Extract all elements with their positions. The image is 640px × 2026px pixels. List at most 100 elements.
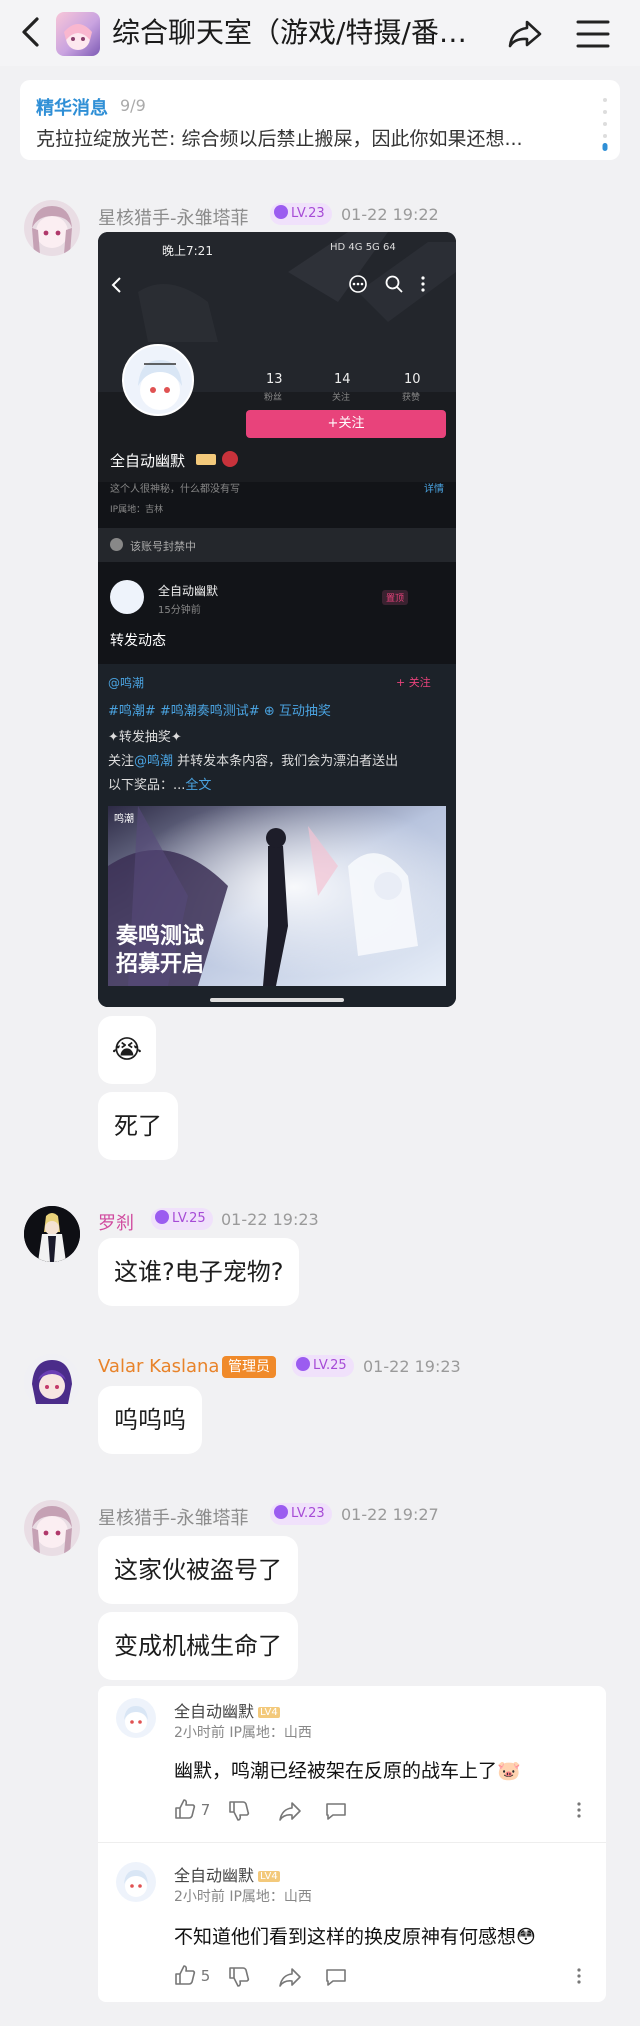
profile-name: 全自动幽默 <box>110 452 186 470</box>
comment-user: 全自动幽默 LV4 <box>174 1862 280 1886</box>
profile-bio: 这个人很神秘，什么都没有写 <box>110 484 240 495</box>
level-text: LV.23 <box>291 1506 325 1521</box>
level-gem-icon <box>296 1357 310 1371</box>
menu-button[interactable] <box>574 16 612 52</box>
stat-number: 13 <box>266 372 283 387</box>
level-text: LV.25 <box>313 1358 347 1373</box>
share-icon <box>508 20 542 48</box>
like-action: 5 <box>174 1964 210 1988</box>
message-username[interactable]: 星核猎手-永雏塔菲 <box>98 204 249 230</box>
more-icon <box>577 1802 581 1818</box>
status-indicators: HD 4G 5G 64 <box>330 242 396 253</box>
comment-username: 全自动幽默 <box>174 1702 255 1721</box>
warning-icon <box>110 538 123 551</box>
message-bubble[interactable]: 这家伙被盗号了 <box>98 1536 298 1604</box>
repost-at: @鸣潮 <box>108 676 145 690</box>
repost-line: 关注@鸣潮 并转发本条内容，我们会为漂泊者送出 <box>108 750 398 769</box>
message-time: 01-22 19:23 <box>221 1210 319 1229</box>
pinned-scroll-indicator <box>602 96 608 152</box>
message-username[interactable]: Valar Kaslana <box>98 1356 219 1377</box>
user-avatar[interactable] <box>24 1206 80 1262</box>
thumbs-up-icon <box>175 1799 196 1819</box>
comment-icon <box>326 1803 346 1820</box>
thumbs-down-icon <box>229 1967 250 1987</box>
user-avatar[interactable] <box>24 1500 80 1556</box>
read-more-link: 全文 <box>185 778 212 793</box>
comment-text: 不知道他们看到这样的换皮原神有何感想😳 <box>174 1926 536 1948</box>
pinned-count: 9/9 <box>120 96 146 115</box>
repost-text: 以下奖品：... <box>108 778 186 793</box>
comment-user: 全自动幽默 LV4 <box>174 1698 280 1722</box>
level-text: LV.25 <box>172 1211 206 1226</box>
like-action: 7 <box>174 1798 210 1822</box>
level-gem-icon <box>155 1210 169 1224</box>
stat-label: 粉丝 <box>264 393 283 403</box>
user-avatar[interactable] <box>24 200 80 256</box>
level-badge: LV.23 <box>270 1503 332 1525</box>
menu-icon <box>576 20 610 48</box>
stat-label: 关注 <box>332 393 351 403</box>
level-badge: LV.23 <box>270 203 332 225</box>
back-button[interactable] <box>14 14 50 50</box>
level-badge: LV.25 <box>292 1355 354 1377</box>
medal-icon <box>222 451 238 467</box>
comment-text: 幽默，鸣潮已经被架在反原的战车上了🐷 <box>174 1760 521 1782</box>
back-icon <box>111 277 121 293</box>
stat-label: 获赞 <box>402 393 421 403</box>
comment-icon <box>326 1969 346 1986</box>
stat-number: 14 <box>334 372 351 387</box>
post-avatar <box>110 580 144 614</box>
repost-lottery: ✦转发抽奖✦ <box>108 730 182 745</box>
repost-mention: @鸣潮 <box>134 754 174 769</box>
pin-tag: 置顶 <box>382 590 409 605</box>
status-time: 晚上7:21 <box>162 244 213 258</box>
message-username[interactable]: 罗刹 <box>98 1209 134 1235</box>
message-time: 01-22 19:23 <box>363 1357 461 1376</box>
message-bubble[interactable]: 这谁?电子宠物? <box>98 1238 300 1306</box>
message-bubble[interactable]: 死了 <box>98 1092 178 1160</box>
message-username[interactable]: 星核猎手-永雏塔菲 <box>98 1504 249 1530</box>
more-icon <box>577 1968 581 1984</box>
comment-divider <box>98 1842 606 1843</box>
admin-badge: 管理员 <box>222 1356 276 1378</box>
back-icon <box>22 17 39 47</box>
like-count: 7 <box>200 1801 211 1819</box>
message-bubble[interactable]: 变成机械生命了 <box>98 1612 298 1680</box>
comment-level-tag: LV4 <box>258 1871 280 1882</box>
emoji-bubble[interactable]: 😭 <box>98 1016 156 1084</box>
home-indicator <box>210 998 344 1002</box>
post-time: 15分钟前 <box>158 605 201 616</box>
chat-header: 综合聊天室（游戏/特摄/番剧/... <box>0 0 640 66</box>
comment-meta: 2小时前 IP属地：山西 <box>174 1889 312 1905</box>
group-avatar[interactable] <box>56 12 100 56</box>
thumbs-down-icon <box>229 1801 250 1821</box>
banned-text: 该账号封禁中 <box>130 540 196 553</box>
message-bubble[interactable]: 呜呜呜 <box>98 1386 202 1454</box>
level-gem-icon <box>274 205 288 219</box>
level-gem-icon <box>274 1505 288 1519</box>
comment-screenshot-image[interactable]: 全自动幽默 LV4 2小时前 IP属地：山西 幽默，鸣潮已经被架在反原的战车上了🐷… <box>98 1686 606 2002</box>
comment-username: 全自动幽默 <box>174 1866 255 1885</box>
post-text: 转发动态 <box>110 633 166 649</box>
image-title: 招募开启 <box>116 952 205 977</box>
game-logo: 鸣潮 <box>114 814 134 825</box>
user-avatar[interactable] <box>24 1354 80 1410</box>
pinned-message-bar[interactable]: 精华消息 9/9 克拉拉绽放光芒: 综合频以后禁止搬屎，因此你如果还想... <box>20 80 620 160</box>
pinned-label: 精华消息 <box>36 98 108 119</box>
repost-line: 以下奖品：...全文 <box>108 774 211 793</box>
stat-number: 10 <box>404 372 421 387</box>
profile-avatar <box>122 344 194 416</box>
more-chat-icon <box>349 275 367 293</box>
pinned-text: 克拉拉绽放光芒: 综合频以后禁止搬屎，因此你如果还想... <box>36 128 523 150</box>
ip-location: IP属地：吉林 <box>110 505 164 515</box>
message-time: 01-22 19:27 <box>341 1505 439 1524</box>
comment-avatar <box>116 1862 156 1902</box>
shared-screenshot-image[interactable]: 晚上7:21 HD 4G 5G 64 13 粉丝 14 关注 10 获赞 +关注… <box>98 232 456 1007</box>
comment-avatar <box>116 1698 156 1738</box>
comment-level-tag: LV4 <box>258 1707 280 1718</box>
level-text: LV.23 <box>291 206 325 221</box>
share-icon <box>279 1968 301 1987</box>
search-icon <box>385 275 403 293</box>
share-button[interactable] <box>505 14 545 54</box>
level-tag <box>196 454 216 465</box>
